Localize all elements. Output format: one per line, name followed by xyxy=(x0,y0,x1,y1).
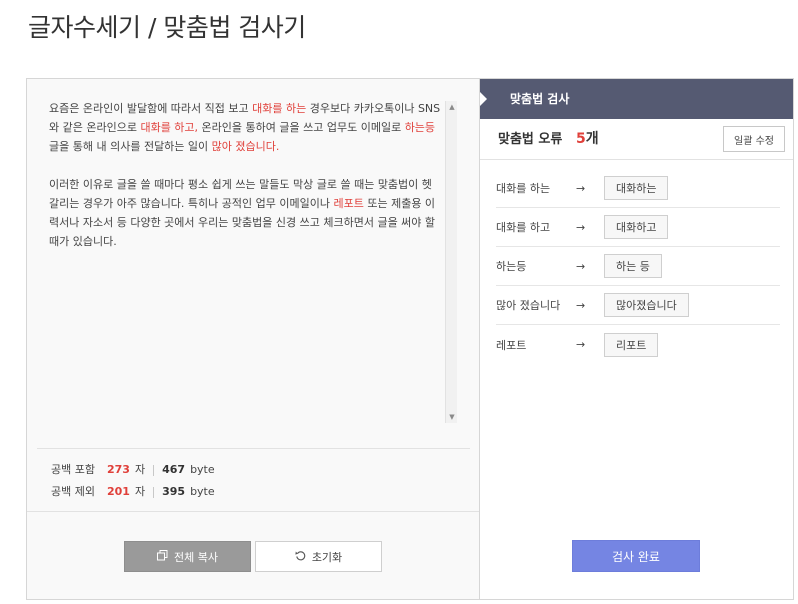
correction-original: 하는등 xyxy=(496,260,527,273)
count-without-space-row: 공백 제외 201 자 395 byte xyxy=(51,481,215,503)
correction-suggestion-button[interactable]: 대화하고 xyxy=(604,215,669,239)
error-count: 5개 xyxy=(576,119,599,160)
spelling-error-text: 하는등 xyxy=(404,121,436,134)
count-with-space-bytes: 467 xyxy=(162,463,186,476)
arrow-right-icon: → xyxy=(576,220,586,234)
count-without-space-bytes: 395 xyxy=(162,485,186,498)
count-without-space-label: 공백 제외 xyxy=(51,485,95,498)
divider xyxy=(37,448,470,449)
spelling-error-text: 대화를 하고, xyxy=(140,121,199,134)
correction-original: 레포트 xyxy=(496,338,527,352)
correction-row: 많아 졌습니다 → 많아졌습니다 xyxy=(496,286,780,325)
copy-all-label: 전체 복사 xyxy=(174,550,218,564)
error-summary: 맞춤법 오류 5개 일괄 수정 xyxy=(480,119,793,160)
spelling-error-text: 레포트 xyxy=(333,197,364,210)
copy-all-button[interactable]: 전체 복사 xyxy=(124,541,251,572)
error-count-value: 5 xyxy=(576,131,586,147)
editor-scrollbar[interactable]: ▲ ▼ xyxy=(445,101,457,423)
scroll-up-icon[interactable]: ▲ xyxy=(446,101,457,113)
text-input-panel: 요즘은 온라인이 발달함에 따라서 직접 보고 대화를 하는 경우보다 카카오톡… xyxy=(26,78,480,600)
correction-original: 많아 졌습니다 xyxy=(496,299,561,312)
correction-suggestion-button[interactable]: 많아졌습니다 xyxy=(604,293,689,317)
count-with-space-chars: 273 xyxy=(107,463,130,476)
undo-icon xyxy=(295,550,306,563)
arrow-right-icon: → xyxy=(576,259,586,273)
page-title: 글자수세기 / 맞춤법 검사기 xyxy=(28,13,306,42)
correction-original: 대화를 하는 xyxy=(496,182,551,195)
arrow-right-icon: → xyxy=(576,298,586,312)
count-without-space-chars: 201 xyxy=(107,485,130,498)
divider xyxy=(27,511,480,512)
correction-row: 레포트 → 리포트 xyxy=(496,325,780,364)
spelling-error-text: 대화를 하는 xyxy=(252,102,307,115)
count-with-space-byte-unit: byte xyxy=(190,463,215,476)
error-count-unit: 개 xyxy=(585,131,599,147)
count-separator xyxy=(153,464,155,476)
correction-row: 하는등 → 하는 등 xyxy=(496,247,780,286)
count-with-space-unit: 자 xyxy=(134,463,146,476)
spelling-error-text: 많아 졌습니다. xyxy=(211,140,280,153)
editor-paragraph-2: 이러한 이유로 글을 쓸 때마다 평소 쉽게 쓰는 말들도 막상 글로 쓸 때는… xyxy=(49,175,441,251)
text-editor[interactable]: 요즘은 온라인이 발달함에 따라서 직접 보고 대화를 하는 경우보다 카카오톡… xyxy=(49,99,457,425)
correction-original: 대화를 하고 xyxy=(496,221,551,234)
count-without-space-byte-unit: byte xyxy=(190,485,215,498)
count-with-space-row: 공백 포함 273 자 467 byte xyxy=(51,459,215,481)
reset-label: 초기화 xyxy=(311,550,343,564)
spell-check-title: 맞춤법 검사 xyxy=(510,92,570,106)
correction-suggestion-button[interactable]: 리포트 xyxy=(604,332,659,357)
editor-text: 온라인을 통하여 글을 쓰고 업무도 이메일로 xyxy=(198,121,405,134)
copy-icon xyxy=(157,550,168,563)
editor-paragraph-1: 요즘은 온라인이 발달함에 따라서 직접 보고 대화를 하는 경우보다 카카오톡… xyxy=(49,99,441,156)
fix-all-button[interactable]: 일괄 수정 xyxy=(723,126,785,152)
arrow-right-icon: → xyxy=(576,338,586,351)
count-with-space-label: 공백 포함 xyxy=(51,463,95,476)
correction-suggestion-button[interactable]: 하는 등 xyxy=(604,254,662,278)
check-complete-button[interactable]: 검사 완료 xyxy=(572,540,700,572)
correction-list: 대화를 하는 → 대화하는 대화를 하고 → 대화하고 하는등 → 하는 등 많… xyxy=(496,169,780,364)
correction-row: 대화를 하고 → 대화하고 xyxy=(496,208,780,247)
count-without-space-unit: 자 xyxy=(134,485,146,498)
scroll-down-icon[interactable]: ▼ xyxy=(446,411,457,423)
spell-check-header: 맞춤법 검사 xyxy=(480,79,793,119)
error-label: 맞춤법 오류 xyxy=(498,132,563,147)
count-separator xyxy=(153,486,155,498)
reset-button[interactable]: 초기화 xyxy=(255,541,382,572)
editor-text: 글을 통해 내 의사를 전달하는 일이 xyxy=(49,140,212,153)
spell-check-panel: 맞춤법 검사 맞춤법 오류 5개 일괄 수정 대화를 하는 → 대화하는 대화를… xyxy=(479,78,794,600)
correction-suggestion-button[interactable]: 대화하는 xyxy=(604,176,669,200)
editor-text: 요즘은 온라인이 발달함에 따라서 직접 보고 xyxy=(49,102,253,115)
arrow-right-icon: → xyxy=(576,181,586,195)
character-counts: 공백 포함 273 자 467 byte 공백 제외 201 자 395 byt… xyxy=(51,459,215,503)
correction-row: 대화를 하는 → 대화하는 xyxy=(496,169,780,208)
header-notch xyxy=(480,92,487,106)
